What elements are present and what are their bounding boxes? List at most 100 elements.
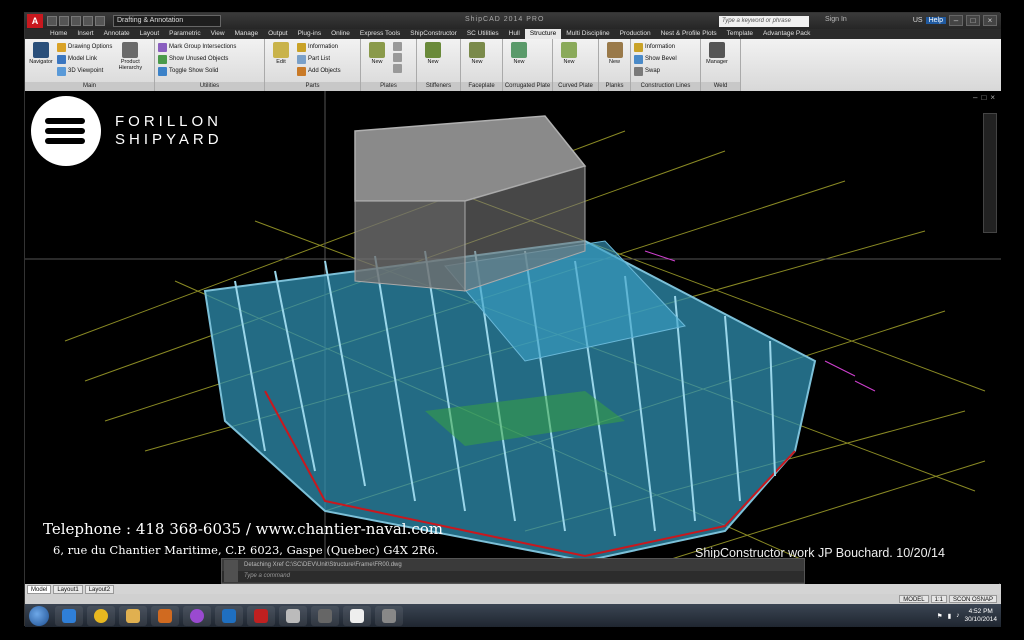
taskbar-picasa[interactable] — [183, 605, 211, 626]
panel-utilities: Mark Group Intersections Show Unused Obj… — [155, 39, 265, 91]
layout-tab-layout1[interactable]: Layout1 — [53, 584, 83, 594]
network-icon[interactable]: ▮ — [948, 612, 952, 620]
mark-group-button[interactable]: Mark Group Intersections — [158, 42, 236, 52]
solid-icon — [158, 66, 167, 76]
unused-icon — [158, 54, 167, 64]
plate-tool-icon[interactable] — [393, 64, 402, 73]
close-button[interactable]: × — [983, 15, 997, 26]
edit-icon — [273, 42, 289, 58]
tab-production[interactable]: Production — [615, 29, 656, 39]
tab-output[interactable]: Output — [263, 29, 293, 39]
undo-icon[interactable] — [83, 16, 93, 26]
navigation-bar[interactable] — [983, 113, 997, 233]
layout-tab-layout2[interactable]: Layout2 — [84, 584, 115, 594]
quick-access-toolbar — [47, 16, 105, 26]
picasa-icon — [190, 608, 204, 623]
maximize-button[interactable]: □ — [966, 15, 980, 26]
help-button[interactable]: Help — [925, 17, 946, 24]
information-button[interactable]: Information — [297, 42, 341, 52]
show-bevel-button[interactable]: Show Bevel — [634, 54, 677, 64]
open-icon[interactable] — [59, 16, 69, 26]
volume-icon[interactable]: ♪ — [956, 612, 959, 619]
panel-title-stiffeners: Stiffeners — [417, 82, 460, 91]
tab-manage[interactable]: Manage — [230, 29, 264, 39]
outlook-icon — [222, 608, 236, 623]
panel-corrugated: New Corrugated Plate — [503, 39, 553, 91]
cl-information-button[interactable]: Information — [634, 42, 677, 52]
panel-title-main: Main — [25, 82, 154, 91]
drawing-options-button[interactable]: Drawing Options — [57, 42, 112, 52]
model-space-button[interactable]: MODEL — [899, 595, 929, 603]
tab-shipconstructor[interactable]: ShipConstructor — [405, 29, 462, 39]
new-icon[interactable] — [47, 16, 57, 26]
panel-title-corrugated: Corrugated Plate — [503, 82, 552, 91]
taskbar-media[interactable] — [151, 605, 179, 626]
taskbar-ie[interactable] — [55, 605, 83, 626]
plate-icon — [369, 42, 385, 58]
layout-tab-model[interactable]: Model — [27, 584, 52, 594]
swap-button[interactable]: Swap — [634, 66, 677, 76]
show-unused-button[interactable]: Show Unused Objects — [158, 54, 236, 64]
taskbar-shipconstructor[interactable] — [279, 605, 307, 626]
taskbar-app[interactable] — [311, 605, 339, 626]
minimize-button[interactable]: – — [949, 15, 963, 26]
region-label[interactable]: US — [913, 17, 923, 24]
titlebar-controls: US Help – □ × — [913, 15, 997, 26]
tab-template[interactable]: Template — [722, 29, 758, 39]
tab-insert[interactable]: Insert — [72, 29, 98, 39]
3d-viewpoint-button[interactable]: 3D Viewpoint — [57, 66, 112, 76]
viewport-close-icon[interactable]: × — [990, 93, 995, 102]
tab-hull[interactable]: Hull — [504, 29, 525, 39]
tab-plug-ins[interactable]: Plug-ins — [293, 29, 326, 39]
info-icon — [297, 42, 306, 52]
plank-icon — [606, 42, 623, 58]
viewport-restore-icon[interactable]: □ — [981, 93, 986, 102]
taskbar-explorer[interactable] — [119, 605, 147, 626]
taskbar-filezilla[interactable] — [247, 605, 275, 626]
tab-parametric[interactable]: Parametric — [164, 29, 205, 39]
model-link-button[interactable]: Model Link — [57, 54, 112, 64]
toggle-show-solid-button[interactable]: Toggle Show Solid — [158, 66, 236, 76]
plate-tool-icon[interactable] — [393, 53, 402, 62]
command-input[interactable]: Type a command — [222, 571, 804, 582]
start-button[interactable] — [29, 605, 49, 626]
workspace-dropdown[interactable]: Drafting & Annotation — [113, 15, 221, 27]
panel-title-plates: Plates — [361, 82, 416, 91]
tab-annotate[interactable]: Annotate — [99, 29, 135, 39]
tab-online[interactable]: Online — [326, 29, 355, 39]
media-icon — [158, 608, 172, 623]
osnap-button[interactable]: SCON OSNAP — [948, 595, 997, 603]
plate-tool-icon[interactable] — [393, 42, 402, 51]
sign-in-link[interactable]: Sign In — [825, 16, 847, 23]
annotation-scale-button[interactable]: 1:1 — [930, 595, 947, 603]
tab-layout[interactable]: Layout — [135, 29, 165, 39]
panel-title-planks: Planks — [599, 82, 630, 91]
stiffener-icon — [425, 42, 441, 58]
viewport-minimize-icon[interactable]: – — [973, 93, 977, 102]
tab-structure[interactable]: Structure — [524, 29, 562, 39]
tab-advantage-pack[interactable]: Advantage Pack — [758, 29, 815, 39]
clock[interactable]: 4:52 PM 30/10/2014 — [964, 608, 997, 624]
keyword-search-input[interactable]: Type a keyword or phrase — [719, 16, 809, 27]
redo-icon[interactable] — [95, 16, 105, 26]
tab-view[interactable]: View — [206, 29, 230, 39]
tab-sc-utilities[interactable]: SC Utilities — [462, 29, 504, 39]
flag-icon[interactable]: ⚑ — [937, 612, 943, 620]
ribbon: Navigator Drawing Options Model Link 3D … — [25, 39, 1001, 91]
tab-home[interactable]: Home — [45, 29, 72, 39]
taskbar-document[interactable] — [343, 605, 371, 626]
tab-express-tools[interactable]: Express Tools — [355, 29, 405, 39]
taskbar-autocad[interactable] — [375, 605, 403, 626]
logo-wave — [45, 128, 85, 134]
part-list-button[interactable]: Part List — [297, 54, 341, 64]
app-menu-button[interactable]: A — [27, 14, 43, 28]
model-viewport[interactable]: – □ × FORILLON SHIPYARD Telephone : 418 … — [25, 91, 1001, 583]
mark-icon — [158, 42, 167, 52]
save-icon[interactable] — [71, 16, 81, 26]
tab-nest-profile-plots[interactable]: Nest & Profile Plots — [656, 29, 722, 39]
tab-multi-discipline[interactable]: Multi Discipline — [561, 29, 614, 39]
taskbar-outlook[interactable] — [215, 605, 243, 626]
taskbar-chrome[interactable] — [87, 605, 115, 626]
command-line-grip[interactable] — [224, 560, 238, 582]
add-objects-button[interactable]: Add Objects — [297, 66, 341, 76]
